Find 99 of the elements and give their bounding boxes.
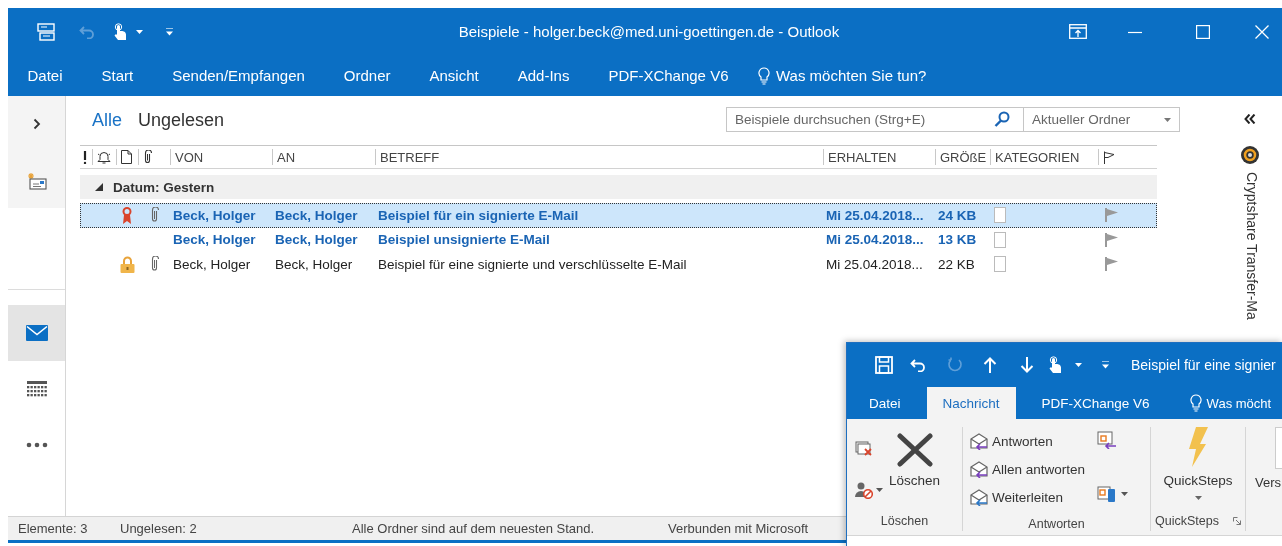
ribbon-tab[interactable]: PDF-XChange V6 bbox=[1025, 387, 1166, 419]
ribbon-button[interactable]: Allen antworten bbox=[969, 455, 1086, 483]
search-field[interactable]: Beispiele durchsuchen (Strg+E) bbox=[726, 107, 1024, 132]
lock-icon bbox=[119, 255, 135, 273]
tell-me-button[interactable]: Was möcht bbox=[1189, 387, 1272, 419]
column-header[interactable]: GRÖßE bbox=[935, 149, 990, 165]
group-label: Antworten bbox=[1028, 517, 1085, 531]
close-icon[interactable] bbox=[1255, 24, 1269, 39]
ribbon-tab[interactable]: Datei bbox=[853, 387, 917, 419]
maximize-icon[interactable] bbox=[1196, 24, 1210, 39]
window-title: Beispiel für eine signier bbox=[1131, 357, 1276, 373]
meeting-reply-icon[interactable] bbox=[1097, 431, 1118, 449]
ribbon-tab[interactable]: Datei bbox=[8, 55, 83, 96]
reply-icon bbox=[969, 432, 989, 450]
down-arrow-icon[interactable] bbox=[1020, 357, 1034, 373]
table-cell-text: Beispiel für eine signierte und verschlüsselte E-Mail bbox=[377, 256, 688, 272]
table-cell-text: Beck, Holger bbox=[172, 232, 257, 248]
delete-button[interactable]: Löschen bbox=[885, 433, 945, 511]
column-header[interactable]: ERHALTEN bbox=[823, 149, 935, 165]
nav-item[interactable] bbox=[8, 305, 65, 361]
ribbon-tab[interactable]: PDF-XChange V6 bbox=[588, 55, 748, 96]
quicksteps-button[interactable]: QuickSteps bbox=[1159, 427, 1237, 511]
customize-icon[interactable] bbox=[166, 27, 173, 36]
status-text: Ungelesen: 2 bbox=[120, 521, 198, 536]
mail-icon bbox=[25, 325, 48, 341]
forward-icon bbox=[969, 488, 989, 506]
lightning-icon bbox=[1186, 427, 1210, 467]
table-cell-text: 24 KB bbox=[937, 207, 978, 223]
status-text: Verbunden mit Microsoft bbox=[668, 521, 809, 536]
form-icon[interactable] bbox=[37, 22, 55, 41]
dialog-launcher-icon[interactable] bbox=[1232, 517, 1241, 525]
customize-icon[interactable] bbox=[1102, 361, 1109, 369]
caret-icon[interactable] bbox=[876, 488, 883, 492]
scope-dropdown[interactable]: Aktueller Ordner bbox=[1024, 107, 1180, 132]
table-cell-text: Beck, Holger bbox=[274, 232, 359, 248]
paperclip-icon[interactable] bbox=[143, 150, 152, 164]
collapse-icon[interactable] bbox=[1244, 114, 1256, 124]
ribbon-button[interactable]: Antworten bbox=[969, 427, 1086, 455]
delete-icon bbox=[896, 433, 933, 467]
junk-icon[interactable] bbox=[855, 481, 873, 499]
touch-icon[interactable] bbox=[1048, 356, 1062, 374]
certificate-icon bbox=[122, 206, 132, 224]
status-text: Alle Ordner sind auf dem neuesten Stand. bbox=[352, 521, 596, 536]
touch-icon[interactable] bbox=[113, 22, 127, 41]
table-cell-text: 13 KB bbox=[937, 232, 978, 248]
ribbon-tab[interactable]: Ansicht bbox=[410, 55, 499, 96]
filter-tab[interactable]: Alle bbox=[92, 110, 122, 131]
ribbon-tab[interactable]: Senden/Empfangen bbox=[152, 55, 325, 96]
calendar-icon bbox=[26, 381, 47, 397]
filter-tab[interactable]: Ungelesen bbox=[138, 110, 225, 131]
column-header[interactable]: BETREFF bbox=[375, 149, 823, 165]
caret-icon[interactable] bbox=[1121, 492, 1129, 496]
lightbulb-icon bbox=[758, 66, 770, 85]
status-text: Elemente: 3 bbox=[18, 521, 89, 536]
column-header[interactable]: AN bbox=[272, 149, 375, 165]
table-cell-text: Beck, Holger bbox=[274, 207, 359, 223]
caret-icon[interactable] bbox=[136, 29, 143, 34]
ribbon-button[interactable]: Vers bbox=[1246, 419, 1282, 535]
tell-me-button[interactable]: Was möchten Sie tun? bbox=[748, 55, 927, 96]
table-cell-text: Beck, Holger bbox=[172, 207, 257, 223]
document-icon[interactable] bbox=[121, 150, 132, 164]
flag-icon[interactable] bbox=[1103, 150, 1115, 164]
ribbon-tab[interactable]: Start bbox=[82, 55, 153, 96]
orb-icon[interactable] bbox=[1241, 146, 1259, 164]
group-label: QuickSteps bbox=[1155, 514, 1219, 528]
table-cell-text: Beispiel für ein signierte E-Mail bbox=[377, 207, 580, 223]
column-header[interactable]: KATEGORIEN bbox=[990, 149, 1098, 165]
window-title: Beispiele - holger.beck@med.uni-goettingen.de - Outlook bbox=[457, 23, 840, 40]
ribbon-button[interactable]: Weiterleiten bbox=[969, 483, 1086, 511]
importance-icon[interactable] bbox=[83, 150, 87, 164]
column-header[interactable]: VON bbox=[170, 149, 272, 165]
expand-icon[interactable] bbox=[32, 118, 41, 130]
table-cell-text: Mi 25.04.2018... bbox=[825, 232, 925, 248]
more-icon bbox=[25, 442, 48, 448]
group-header: Datum: Gestern bbox=[113, 179, 215, 195]
table-cell-text: Beck, Holger bbox=[274, 256, 354, 272]
ribbon-tab[interactable]: Nachricht bbox=[926, 387, 1016, 419]
table-cell-text: Mi 25.04.2018... bbox=[825, 207, 925, 223]
ribbon-tab[interactable]: Add-Ins bbox=[498, 55, 589, 96]
ignore-icon[interactable] bbox=[855, 439, 873, 457]
caret-icon[interactable] bbox=[95, 183, 103, 191]
table-cell-text: Mi 25.04.2018... bbox=[825, 256, 924, 272]
ribbon-display-icon[interactable] bbox=[1069, 24, 1087, 39]
table-cell-text: Beispiel unsignierte E-Mail bbox=[377, 232, 551, 248]
ribbon-tab[interactable]: Ordner bbox=[324, 55, 410, 96]
save-icon[interactable] bbox=[875, 356, 893, 374]
side-pane-title[interactable]: Cryptshare Transfer-Ma bbox=[1243, 172, 1260, 320]
up-arrow-icon[interactable] bbox=[983, 357, 997, 373]
bell-icon[interactable] bbox=[97, 150, 111, 164]
table-cell-text: 22 KB bbox=[937, 256, 976, 272]
search-icon[interactable] bbox=[994, 111, 1010, 127]
more-respond-icon[interactable] bbox=[1097, 485, 1118, 503]
caret-icon[interactable] bbox=[1075, 363, 1082, 367]
reply-all-icon bbox=[969, 460, 989, 478]
caret-icon[interactable] bbox=[1194, 496, 1202, 500]
new-item-icon[interactable] bbox=[26, 172, 47, 190]
group-label: Löschen bbox=[880, 514, 929, 528]
lightbulb-icon bbox=[1189, 394, 1202, 412]
table-cell-text: Beck, Holger bbox=[172, 256, 252, 272]
